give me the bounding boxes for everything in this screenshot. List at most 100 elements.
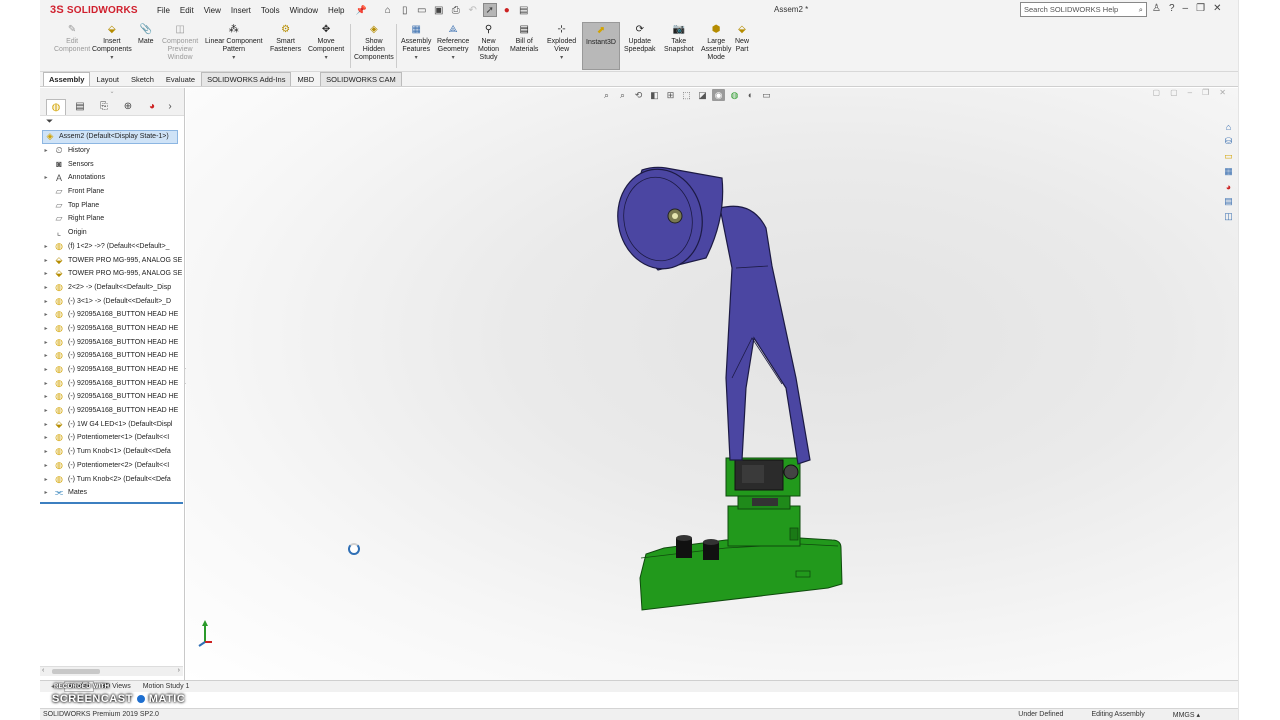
- tree-item[interactable]: ▱ Right Plane: [40, 212, 184, 226]
- move-component-button[interactable]: ✥ Move Component ▾: [308, 24, 344, 62]
- feature-manager-tab-icon[interactable]: ◍: [46, 98, 66, 115]
- forum-icon[interactable]: ◫: [1221, 210, 1236, 223]
- menu-help[interactable]: Help: [323, 6, 349, 15]
- expand-toggle-icon[interactable]: ▸: [40, 421, 52, 428]
- turn-knob[interactable]: [703, 539, 719, 560]
- home-icon[interactable]: ⌂: [381, 3, 395, 17]
- configuration-manager-tab-icon[interactable]: ⎘: [94, 99, 114, 115]
- expand-toggle-icon[interactable]: ▸: [40, 270, 52, 277]
- tree-item[interactable]: ▸ ◍ (-) 92095A168_BUTTON HEAD HE: [40, 322, 184, 336]
- custom-properties-icon[interactable]: ▤: [1221, 195, 1236, 208]
- tree-item[interactable]: ▸ ◍ (-) 92095A168_BUTTON HEAD HE: [40, 376, 184, 390]
- units-selector[interactable]: MMGS ▴: [1173, 711, 1200, 719]
- tab-evaluate[interactable]: Evaluate: [160, 72, 201, 86]
- insert-components-button[interactable]: ⬙ Insert Components ▾: [92, 24, 132, 62]
- new-document-icon[interactable]: ▯: [398, 3, 412, 17]
- minimize-icon[interactable]: –: [1183, 3, 1189, 14]
- search-icon[interactable]: ⌕: [1139, 5, 1143, 15]
- menu-insert[interactable]: Insert: [226, 6, 256, 15]
- property-manager-tab-icon[interactable]: ▤: [70, 99, 90, 115]
- tree-horizontal-scrollbar[interactable]: ‹ ›: [40, 666, 183, 676]
- tree-item[interactable]: ▱ Top Plane: [40, 198, 184, 212]
- help-search-input[interactable]: Search SOLIDWORKS Help ⌕: [1020, 2, 1147, 17]
- assembly-features-button[interactable]: ▦ Assembly Features ▾: [401, 24, 431, 62]
- tree-item[interactable]: ▸ ⏲ History: [40, 144, 184, 158]
- servo-mount[interactable]: [727, 494, 801, 547]
- dropdown-arrow-icon[interactable]: ▾: [415, 54, 418, 62]
- scroll-thumb[interactable]: [52, 669, 100, 674]
- tree-item[interactable]: ▸ ⬙ TOWER PRO MG-995, ANALOG SE: [40, 253, 184, 267]
- turn-knob[interactable]: [676, 535, 692, 558]
- expand-toggle-icon[interactable]: ▸: [40, 352, 52, 359]
- servo-motor[interactable]: [725, 457, 801, 497]
- lamp-shade[interactable]: [610, 162, 724, 275]
- tree-item[interactable]: ◙ Sensors: [40, 157, 184, 171]
- expand-toggle-icon[interactable]: ▸: [40, 147, 52, 154]
- tab-addins[interactable]: SOLIDWORKS Add-Ins: [201, 72, 292, 86]
- tab-cam[interactable]: SOLIDWORKS CAM: [320, 72, 402, 86]
- take-snapshot-button[interactable]: 📷 Take Snapshot: [664, 24, 694, 54]
- update-speedpak-button[interactable]: ⟳ Update Speedpak: [624, 24, 656, 54]
- smart-fasteners-button[interactable]: ⚙ Smart Fasteners: [270, 24, 301, 54]
- tab-layout[interactable]: Layout: [90, 72, 125, 86]
- exploded-view-button[interactable]: ⊹ Exploded View ▾: [547, 24, 576, 62]
- pane-handle[interactable]: ⌄: [40, 88, 184, 98]
- help-icon[interactable]: ?: [1169, 3, 1175, 14]
- instant3d-button[interactable]: ⬈ Instant3D: [582, 22, 620, 70]
- show-hidden-components-button[interactable]: ◈ Show Hidden Components: [354, 24, 394, 62]
- expand-toggle-icon[interactable]: ▸: [40, 434, 52, 441]
- linear-pattern-button[interactable]: ⁂ Linear Component Pattern ▾: [205, 24, 263, 62]
- close-icon[interactable]: ✕: [1213, 3, 1221, 14]
- expand-toggle-icon[interactable]: ▸: [40, 298, 52, 305]
- led-bulb[interactable]: [667, 208, 683, 224]
- tree-item[interactable]: ▸ ⬙ TOWER PRO MG-995, ANALOG SE: [40, 267, 184, 281]
- options-icon[interactable]: ▤: [517, 3, 531, 17]
- tree-item[interactable]: ▸ ◍ (-) Potentiometer<1> (Default<<I: [40, 431, 184, 445]
- dropdown-arrow-icon[interactable]: ▾: [325, 54, 328, 62]
- solidworks-resources-icon[interactable]: ⌂: [1221, 120, 1236, 133]
- expand-toggle-icon[interactable]: ▸: [40, 448, 52, 455]
- expand-toggle-icon[interactable]: ▸: [40, 393, 52, 400]
- edit-component-button[interactable]: ✎ Edit Component: [54, 24, 90, 54]
- graphics-area[interactable]: ⌕ ⌕ ⟲ ◧ ⊞ ⬚ ◪ ◉ ◍ ◐ ▭ ▢ ▢ – ❐ ✕: [186, 88, 1238, 680]
- tree-item[interactable]: ▱ Front Plane: [40, 185, 184, 199]
- tree-item[interactable]: ▸ ◍ (-) Turn Knob<2> (Default<<Defa: [40, 472, 184, 486]
- menu-view[interactable]: View: [199, 6, 226, 15]
- tree-item[interactable]: ⌞ Origin: [40, 226, 184, 240]
- open-icon[interactable]: ▭: [415, 3, 429, 17]
- tree-item[interactable]: ▸ ◍ (f) 1<2> ->? (Default<<Default>_: [40, 240, 184, 254]
- bill-of-materials-button[interactable]: ▤ Bill of Materials: [510, 24, 538, 54]
- file-explorer-icon[interactable]: ▭: [1221, 150, 1236, 163]
- dropdown-arrow-icon[interactable]: ▾: [560, 54, 563, 62]
- tree-item[interactable]: ▸ ◍ (-) 92095A168_BUTTON HEAD HE: [40, 308, 184, 322]
- expand-toggle-icon[interactable]: ▸: [40, 284, 52, 291]
- dropdown-arrow-icon[interactable]: ▾: [452, 54, 455, 62]
- expand-toggle-icon[interactable]: ▸: [40, 380, 52, 387]
- new-part-button[interactable]: ⬙ New Part: [735, 24, 749, 54]
- expand-toggle-icon[interactable]: ▸: [40, 366, 52, 373]
- pin-menu-icon[interactable]: 📌: [356, 5, 367, 16]
- design-library-icon[interactable]: ⛁: [1221, 135, 1236, 148]
- print-icon[interactable]: ⎙: [449, 3, 463, 17]
- lamp-arm[interactable]: [719, 205, 811, 465]
- expand-toggle-icon[interactable]: ▸: [40, 476, 52, 483]
- expand-toggle-icon[interactable]: ▸: [40, 339, 52, 346]
- dropdown-arrow-icon[interactable]: ▾: [110, 54, 113, 62]
- tree-item[interactable]: ▸ ◍ (-) 92095A168_BUTTON HEAD HE: [40, 363, 184, 377]
- component-preview-button[interactable]: ◫ Component Preview Window: [162, 24, 198, 62]
- solidworks-logo[interactable]: 3S SOLIDWORKS: [40, 0, 140, 20]
- tree-item[interactable]: ▸ A Annotations: [40, 171, 184, 185]
- tab-assembly[interactable]: Assembly: [43, 72, 91, 86]
- save-icon[interactable]: ▣: [432, 3, 446, 17]
- rebuild-icon[interactable]: ●: [500, 3, 514, 17]
- tab-mbd[interactable]: MBD: [291, 72, 320, 86]
- select-icon[interactable]: ➚: [482, 3, 497, 17]
- tree-item[interactable]: ▸ ◍ (-) 3<1> -> (Default<<Default>_D: [40, 294, 184, 308]
- restore-icon[interactable]: ❐: [1196, 3, 1205, 14]
- tree-item[interactable]: ▸ ◍ (-) 92095A168_BUTTON HEAD HE: [40, 349, 184, 363]
- expand-toggle-icon[interactable]: ▸: [40, 257, 52, 264]
- menu-edit[interactable]: Edit: [175, 6, 199, 15]
- menu-window[interactable]: Window: [285, 6, 323, 15]
- display-manager-tab-icon[interactable]: ◕: [142, 99, 162, 115]
- new-motion-study-button[interactable]: ⚲ New Motion Study: [478, 24, 499, 62]
